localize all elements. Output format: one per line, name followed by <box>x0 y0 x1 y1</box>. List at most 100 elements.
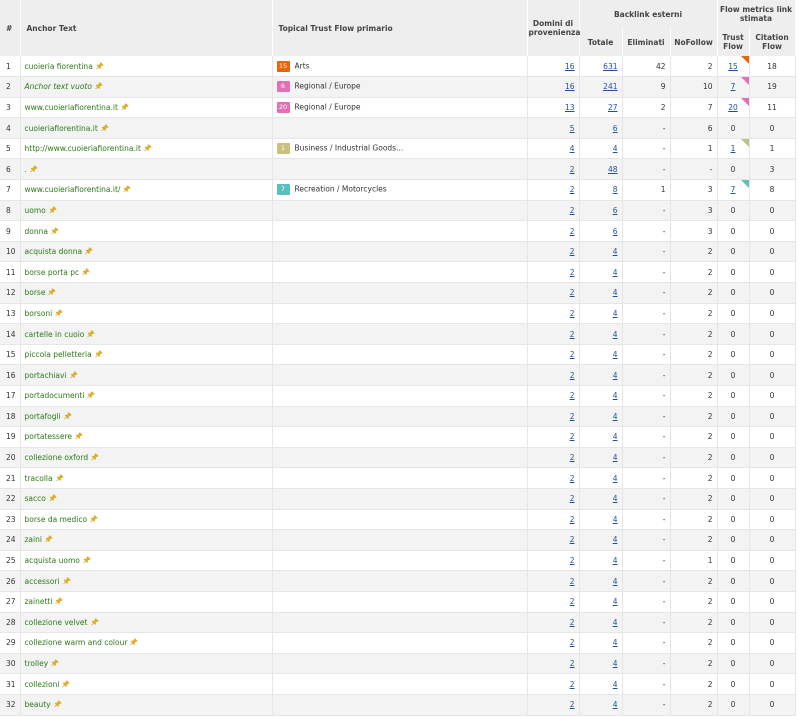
header-nofollow[interactable]: NoFollow <box>670 28 718 56</box>
referring-domains-link[interactable]: 2 <box>570 227 575 236</box>
pin-icon[interactable] <box>87 329 95 338</box>
referring-domains-link[interactable]: 2 <box>570 577 575 586</box>
backlinks-total-link[interactable]: 4 <box>613 515 618 524</box>
pin-icon[interactable] <box>90 618 99 626</box>
backlinks-total-link[interactable]: 4 <box>613 700 618 709</box>
trust-flow-link[interactable]: 1 <box>731 144 736 153</box>
referring-domains-link[interactable]: 2 <box>570 659 575 668</box>
backlinks-total-link[interactable]: 4 <box>613 309 618 318</box>
referring-domains-link[interactable]: 2 <box>570 247 575 256</box>
referring-domains-link[interactable]: 2 <box>570 700 575 709</box>
pin-icon[interactable] <box>45 535 53 543</box>
backlinks-total-link[interactable]: 4 <box>613 680 618 689</box>
backlinks-total-link[interactable]: 4 <box>613 391 618 400</box>
pin-icon[interactable] <box>75 432 83 440</box>
pin-icon[interactable] <box>130 638 139 646</box>
referring-domains-link[interactable]: 5 <box>570 124 575 133</box>
referring-domains-link[interactable]: 2 <box>570 165 575 174</box>
pin-icon[interactable] <box>55 309 63 317</box>
referring-domains-link[interactable]: 2 <box>570 206 575 215</box>
pin-icon[interactable] <box>144 144 152 152</box>
referring-domains-link[interactable]: 2 <box>570 432 575 441</box>
backlinks-total-link[interactable]: 6 <box>613 124 618 133</box>
referring-domains-link[interactable]: 2 <box>570 556 575 565</box>
referring-domains-link[interactable]: 13 <box>565 103 575 112</box>
pin-icon[interactable] <box>62 577 71 585</box>
referring-domains-link[interactable]: 2 <box>570 330 575 339</box>
backlinks-total-link[interactable]: 4 <box>613 577 618 586</box>
referring-domains-link[interactable]: 2 <box>570 494 575 503</box>
pin-icon[interactable] <box>55 474 64 482</box>
backlinks-total-link[interactable]: 4 <box>613 350 618 359</box>
referring-domains-link[interactable]: 2 <box>570 680 575 689</box>
backlinks-total-link[interactable]: 4 <box>613 494 618 503</box>
backlinks-total-link[interactable]: 4 <box>613 330 618 339</box>
pin-icon[interactable] <box>85 247 93 255</box>
pin-icon[interactable] <box>30 165 38 173</box>
referring-domains-link[interactable]: 2 <box>570 412 575 421</box>
pin-icon[interactable] <box>63 412 72 420</box>
backlinks-total-link[interactable]: 27 <box>608 103 618 112</box>
referring-domains-link[interactable]: 2 <box>570 618 575 627</box>
pin-icon[interactable] <box>87 391 95 399</box>
referring-domains-link[interactable]: 16 <box>565 62 575 71</box>
backlinks-total-link[interactable]: 4 <box>613 247 618 256</box>
pin-icon[interactable] <box>94 350 103 358</box>
header-referring-domains[interactable]: Domini di provenienza <box>527 0 580 56</box>
referring-domains-link[interactable]: 2 <box>570 535 575 544</box>
pin-icon[interactable] <box>51 659 59 667</box>
backlinks-total-link[interactable]: 4 <box>613 144 618 153</box>
header-deleted[interactable]: Eliminati <box>622 28 671 56</box>
pin-icon[interactable] <box>90 515 98 523</box>
header-topical-trust-flow[interactable]: Topical Trust Flow primario <box>272 0 528 56</box>
header-index[interactable]: # <box>0 0 21 56</box>
referring-domains-link[interactable]: 2 <box>570 371 575 380</box>
backlinks-total-link[interactable]: 4 <box>613 412 618 421</box>
referring-domains-link[interactable]: 2 <box>570 638 575 647</box>
referring-domains-link[interactable]: 2 <box>570 185 575 194</box>
backlinks-total-link[interactable]: 4 <box>613 288 618 297</box>
backlinks-total-link[interactable]: 4 <box>613 535 618 544</box>
backlinks-total-link[interactable]: 4 <box>613 371 618 380</box>
header-anchor-text[interactable]: Anchor Text <box>20 0 273 56</box>
backlinks-total-link[interactable]: 8 <box>613 185 618 194</box>
backlinks-total-link[interactable]: 4 <box>613 432 618 441</box>
referring-domains-link[interactable]: 2 <box>570 597 575 606</box>
backlinks-total-link[interactable]: 4 <box>613 659 618 668</box>
backlinks-total-link[interactable]: 241 <box>603 82 617 91</box>
pin-icon[interactable] <box>51 227 59 235</box>
pin-icon[interactable] <box>49 494 57 502</box>
referring-domains-link[interactable]: 2 <box>570 350 575 359</box>
trust-flow-link[interactable]: 20 <box>728 103 738 112</box>
backlinks-total-link[interactable]: 4 <box>613 268 618 277</box>
header-trust-flow[interactable]: Trust Flow <box>717 28 750 56</box>
pin-icon[interactable] <box>121 103 129 111</box>
backlinks-total-link[interactable]: 6 <box>613 227 618 236</box>
backlinks-total-link[interactable]: 4 <box>613 474 618 483</box>
referring-domains-link[interactable]: 16 <box>565 82 575 91</box>
pin-icon[interactable] <box>95 82 103 90</box>
pin-icon[interactable] <box>101 124 109 132</box>
pin-icon[interactable] <box>69 371 78 379</box>
pin-icon[interactable] <box>53 700 62 708</box>
backlinks-total-link[interactable]: 4 <box>613 556 618 565</box>
pin-icon[interactable] <box>55 597 64 605</box>
trust-flow-link[interactable]: 15 <box>728 62 738 71</box>
referring-domains-link[interactable]: 2 <box>570 309 575 318</box>
pin-icon[interactable] <box>91 453 99 461</box>
backlinks-total-link[interactable]: 6 <box>613 206 618 215</box>
referring-domains-link[interactable]: 2 <box>570 453 575 462</box>
pin-icon[interactable] <box>123 185 132 193</box>
backlinks-total-link[interactable]: 631 <box>603 62 617 71</box>
referring-domains-link[interactable]: 2 <box>570 474 575 483</box>
backlinks-total-link[interactable]: 4 <box>613 618 618 627</box>
pin-icon[interactable] <box>48 288 57 296</box>
trust-flow-link[interactable]: 7 <box>731 82 736 91</box>
pin-icon[interactable] <box>96 62 104 70</box>
backlinks-total-link[interactable]: 4 <box>613 638 618 647</box>
referring-domains-link[interactable]: 2 <box>570 268 575 277</box>
referring-domains-link[interactable]: 2 <box>570 288 575 297</box>
pin-icon[interactable] <box>83 556 91 564</box>
backlinks-total-link[interactable]: 48 <box>608 165 618 174</box>
referring-domains-link[interactable]: 2 <box>570 391 575 400</box>
